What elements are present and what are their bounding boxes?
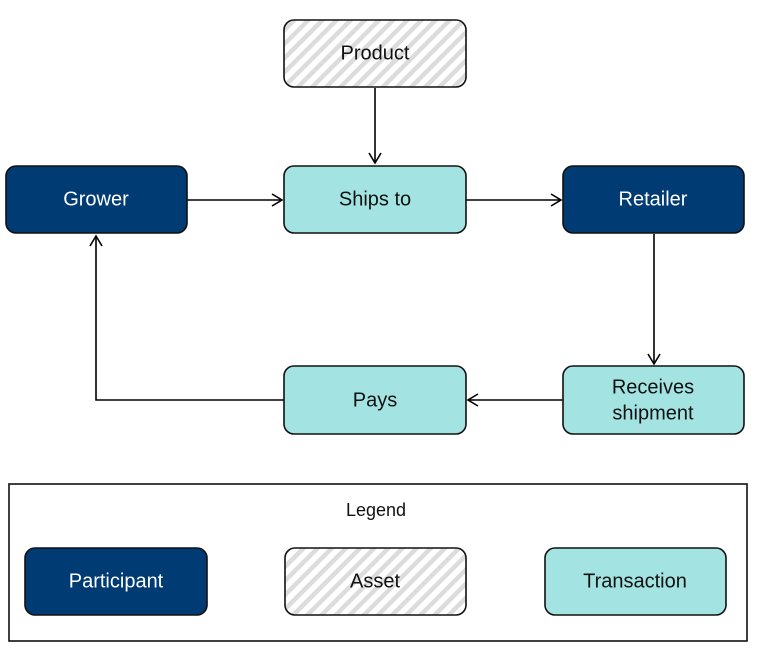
- legend-title: Legend: [346, 500, 406, 520]
- legend-transaction: Transaction: [544, 547, 727, 616]
- legend-participant: Participant: [24, 547, 208, 616]
- legend-asset: Asset: [284, 547, 467, 616]
- node-retailer-label: Retailer: [619, 188, 688, 210]
- node-ships-to[interactable]: Ships to: [283, 165, 467, 234]
- node-pays[interactable]: Pays: [283, 365, 467, 435]
- node-grower-label: Grower: [63, 188, 129, 210]
- node-retailer[interactable]: Retailer: [562, 165, 745, 234]
- node-pays-label: Pays: [353, 389, 397, 411]
- legend-asset-label: Asset: [350, 570, 400, 592]
- node-receives-label-line2: shipment: [612, 402, 694, 424]
- node-product-label: Product: [341, 42, 410, 64]
- legend-participant-label: Participant: [69, 570, 164, 592]
- legend-transaction-label: Transaction: [583, 570, 687, 592]
- node-ships-to-label: Ships to: [339, 188, 411, 210]
- node-product[interactable]: Product: [283, 19, 467, 88]
- supply-chain-diagram: Product Grower Ships to Retailer Pays Re…: [5, 19, 748, 642]
- node-receives-shipment[interactable]: Receives shipment: [562, 365, 745, 435]
- edge-pays-grower: [89, 234, 284, 401]
- node-receives-label-line1: Receives: [612, 376, 694, 398]
- node-grower[interactable]: Grower: [5, 165, 188, 234]
- legend: Legend Participant Asset Transaction: [8, 483, 748, 642]
